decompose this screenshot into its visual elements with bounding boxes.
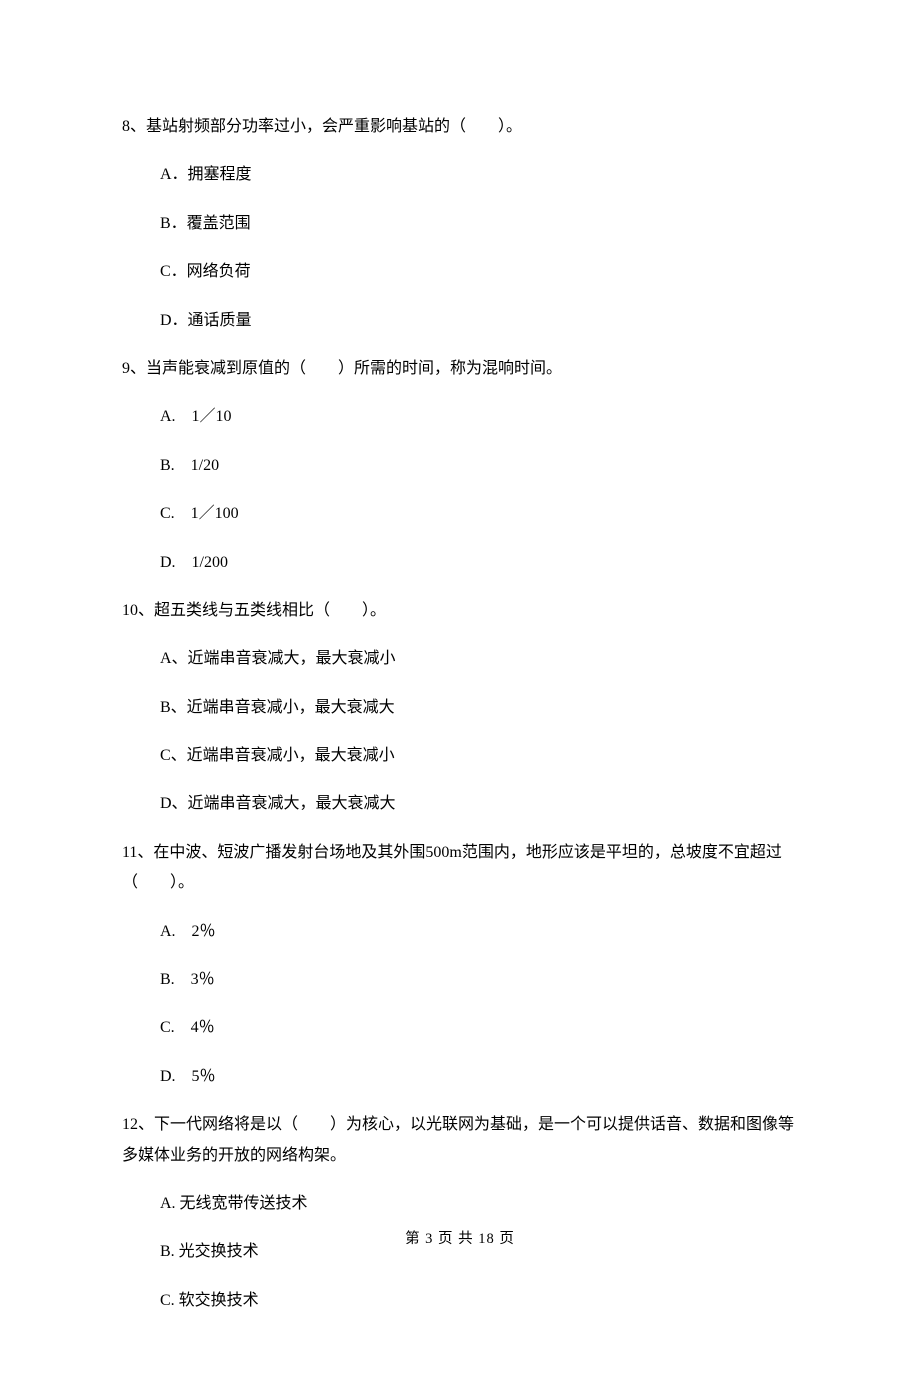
option-b: B、近端串音衰减小，最大衰减大: [160, 693, 798, 723]
question-11: 11、在中波、短波广播发射台场地及其外围500m范围内，地形应该是平坦的，总坡度…: [122, 838, 798, 1092]
question-options: A. 2％ B. 3％ C. 4％ D. 5％: [122, 917, 798, 1093]
question-stem: 10、超五类线与五类线相比（ ）。: [122, 596, 798, 626]
option-a: A. 无线宽带传送技术: [160, 1189, 798, 1219]
option-d: D. 5％: [160, 1062, 798, 1092]
question-options: A、近端串音衰减大，最大衰减小 B、近端串音衰减小，最大衰减大 C、近端串音衰减…: [122, 644, 798, 820]
option-d: D．通话质量: [160, 306, 798, 336]
option-b: B．覆盖范围: [160, 209, 798, 239]
question-stem: 11、在中波、短波广播发射台场地及其外围500m范围内，地形应该是平坦的，总坡度…: [122, 838, 798, 899]
question-stem: 12、下一代网络将是以（ ）为核心，以光联网为基础，是一个可以提供话音、数据和图…: [122, 1110, 798, 1171]
option-d: D、近端串音衰减大，最大衰减大: [160, 789, 798, 819]
option-c: C．网络负荷: [160, 257, 798, 287]
question-12: 12、下一代网络将是以（ ）为核心，以光联网为基础，是一个可以提供话音、数据和图…: [122, 1110, 798, 1316]
question-stem: 8、基站射频部分功率过小，会严重影响基站的（ ）。: [122, 112, 798, 142]
question-10: 10、超五类线与五类线相比（ ）。 A、近端串音衰减大，最大衰减小 B、近端串音…: [122, 596, 798, 820]
question-options: A．拥塞程度 B．覆盖范围 C．网络负荷 D．通话质量: [122, 160, 798, 336]
question-options: A. 1／10 B. 1/20 C. 1／100 D. 1/200: [122, 402, 798, 578]
option-c: C. 4％: [160, 1013, 798, 1043]
question-8: 8、基站射频部分功率过小，会严重影响基站的（ ）。 A．拥塞程度 B．覆盖范围 …: [122, 112, 798, 336]
option-a: A. 1／10: [160, 402, 798, 432]
option-a: A．拥塞程度: [160, 160, 798, 190]
option-c: C. 软交换技术: [160, 1286, 798, 1316]
option-a: A. 2％: [160, 917, 798, 947]
option-b: B. 3％: [160, 965, 798, 995]
question-9: 9、当声能衰减到原值的（ ）所需的时间，称为混响时间。 A. 1／10 B. 1…: [122, 354, 798, 578]
option-c: C、近端串音衰减小，最大衰减小: [160, 741, 798, 771]
question-options: A. 无线宽带传送技术 B. 光交换技术 C. 软交换技术: [122, 1189, 798, 1316]
document-page: 8、基站射频部分功率过小，会严重影响基站的（ ）。 A．拥塞程度 B．覆盖范围 …: [0, 0, 920, 1394]
option-d: D. 1/200: [160, 548, 798, 578]
option-b: B. 1/20: [160, 451, 798, 481]
question-stem: 9、当声能衰减到原值的（ ）所需的时间，称为混响时间。: [122, 354, 798, 384]
page-footer: 第 3 页 共 18 页: [0, 1227, 920, 1248]
option-c: C. 1／100: [160, 499, 798, 529]
option-a: A、近端串音衰减大，最大衰减小: [160, 644, 798, 674]
